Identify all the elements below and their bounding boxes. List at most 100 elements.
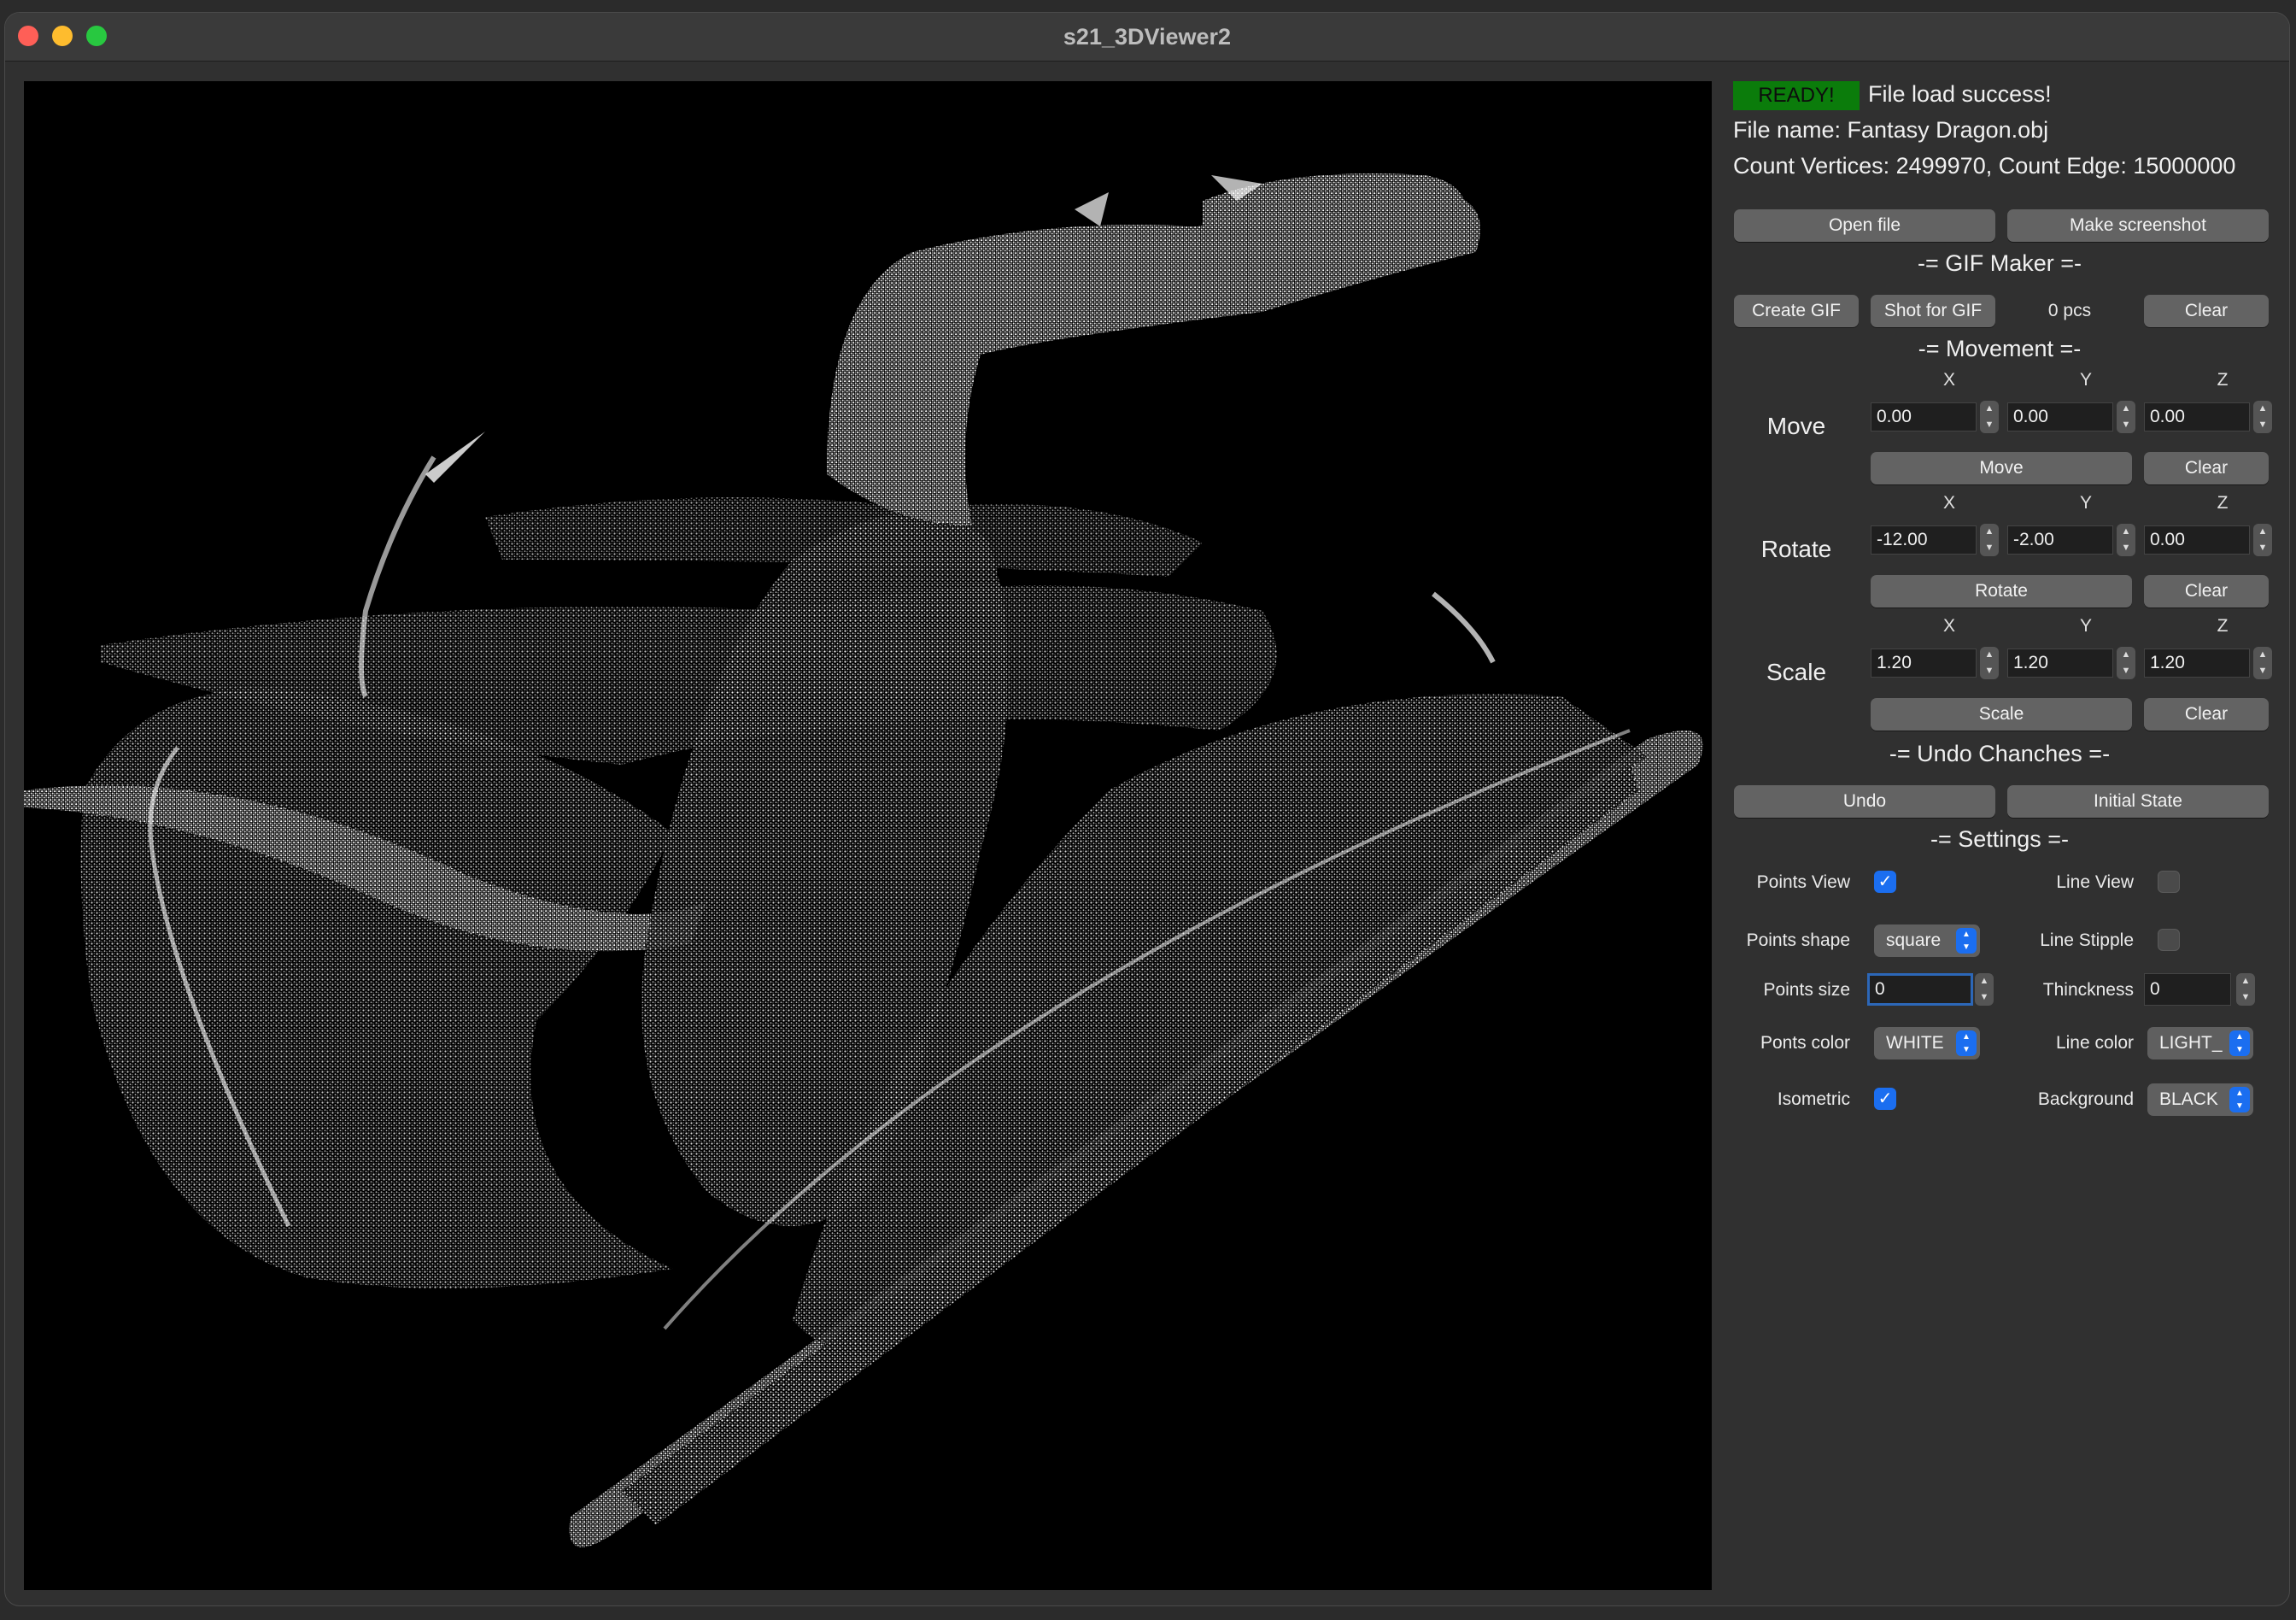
line-view-label: Line View: [2056, 872, 2134, 892]
thickness-stepper[interactable]: ▲ ▼: [2236, 973, 2257, 1006]
status-badge: READY!: [1733, 81, 1860, 110]
background-value: BLACK: [2159, 1089, 2218, 1109]
rotate-axis-y-label: Y: [2079, 493, 2092, 513]
line-view-checkbox[interactable]: [2158, 871, 2180, 893]
spin-arrows-icon[interactable]: ▲ ▼: [2236, 973, 2255, 1006]
spin-arrows-icon[interactable]: ▲ ▼: [2253, 524, 2272, 556]
shot-for-gif-button[interactable]: Shot for GIF: [1871, 295, 1995, 327]
move-x-input[interactable]: 0.00: [1871, 402, 1977, 431]
points-view-label: Points View: [1756, 872, 1850, 892]
points-size-input[interactable]: 0: [1867, 973, 1973, 1006]
points-size-label: Points size: [1763, 980, 1850, 1000]
control-panel: READY! File load success! File name: Fan…: [1722, 73, 2277, 1594]
line-stipple-checkbox[interactable]: [2158, 929, 2180, 951]
spin-arrows-icon[interactable]: ▲ ▼: [2117, 647, 2135, 679]
move-axis-y-label: Y: [2079, 370, 2092, 390]
line-color-value: LIGHT_: [2159, 1033, 2223, 1053]
scale-axis-y-label: Y: [2079, 616, 2092, 636]
open-file-button[interactable]: Open file: [1734, 209, 1995, 242]
spin-arrows-icon[interactable]: ▲ ▼: [1980, 647, 1999, 679]
points-shape-select[interactable]: square ▲ ▼: [1874, 924, 1980, 957]
rotate-z-spinbox[interactable]: 0.00 ▲ ▼: [2144, 524, 2272, 556]
undo-heading: -= Undo Chanches =-: [1889, 741, 2111, 766]
checkmark-icon: ✓: [1877, 872, 1893, 891]
scale-y-input[interactable]: 1.20: [2007, 649, 2113, 678]
rotate-axis-x-label: X: [1942, 493, 1955, 513]
isometric-checkbox[interactable]: ✓: [1874, 1088, 1896, 1110]
select-stepper-icon: ▲ ▼: [2229, 1087, 2250, 1112]
points-view-checkbox[interactable]: ✓: [1874, 871, 1896, 893]
line-stipple-label: Line Stipple: [2040, 930, 2134, 950]
dragon-point-cloud: [24, 173, 1703, 1547]
rotate-axis-z-label: Z: [2217, 493, 2229, 513]
background-label: Background: [2037, 1089, 2134, 1109]
rotate-row-label: Rotate: [1760, 536, 1832, 562]
select-stepper-icon: ▲ ▼: [1956, 1030, 1977, 1056]
isometric-label: Isometric: [1777, 1089, 1850, 1109]
rotate-z-input[interactable]: 0.00: [2144, 525, 2250, 555]
scale-axis-z-label: Z: [2217, 616, 2229, 636]
thickness-label: Thinckness: [2042, 980, 2134, 1000]
spin-arrows-icon[interactable]: ▲ ▼: [2253, 647, 2272, 679]
move-axis-x-label: X: [1942, 370, 1955, 390]
spin-arrows-icon[interactable]: ▲ ▼: [2253, 401, 2272, 433]
background-select[interactable]: BLACK ▲ ▼: [2147, 1083, 2253, 1116]
status-message: File load success!: [1868, 81, 2052, 107]
rotate-y-spinbox[interactable]: -2.00 ▲ ▼: [2007, 524, 2135, 556]
rotate-y-input[interactable]: -2.00: [2007, 525, 2113, 555]
model-counts-label: Count Vertices: 2499970, Count Edge: 150…: [1733, 153, 2236, 179]
points-color-value: WHITE: [1886, 1033, 1944, 1053]
spin-arrows-icon[interactable]: ▲ ▼: [2117, 524, 2135, 556]
move-z-input[interactable]: 0.00: [2144, 402, 2250, 431]
create-gif-button[interactable]: Create GIF: [1734, 295, 1859, 327]
undo-button[interactable]: Undo: [1734, 785, 1995, 818]
window-title: s21_3DViewer2: [1063, 24, 1232, 50]
checkmark-icon: ✓: [1877, 1089, 1893, 1108]
gif-maker-heading: -= GIF Maker =-: [1917, 250, 2082, 276]
move-y-input[interactable]: 0.00: [2007, 402, 2113, 431]
scale-clear-button[interactable]: Clear: [2144, 698, 2269, 731]
scale-button[interactable]: Scale: [1871, 698, 2132, 731]
spin-arrows-icon[interactable]: ▲ ▼: [1980, 524, 1999, 556]
scale-z-input[interactable]: 1.20: [2144, 649, 2250, 678]
move-button[interactable]: Move: [1871, 452, 2132, 484]
scale-z-spinbox[interactable]: 1.20 ▲ ▼: [2144, 647, 2272, 679]
dragon-model-render: [24, 173, 1703, 1547]
scale-x-input[interactable]: 1.20: [1871, 649, 1977, 678]
gif-frame-count: 0 pcs: [2047, 301, 2092, 320]
scale-x-spinbox[interactable]: 1.20 ▲ ▼: [1871, 647, 1999, 679]
move-y-spinbox[interactable]: 0.00 ▲ ▼: [2007, 401, 2135, 433]
points-color-label: Ponts color: [1760, 1033, 1850, 1053]
spin-arrows-icon[interactable]: ▲ ▼: [1980, 401, 1999, 433]
title-bar[interactable]: s21_3DViewer2: [5, 13, 2289, 62]
line-color-select[interactable]: LIGHT_ ▲ ▼: [2147, 1027, 2253, 1059]
scale-row-label: Scale: [1766, 659, 1827, 685]
line-color-label: Line color: [2055, 1033, 2134, 1053]
select-stepper-icon: ▲ ▼: [2229, 1030, 2250, 1056]
settings-heading: -= Settings =-: [1930, 826, 2070, 852]
initial-state-button[interactable]: Initial State: [2007, 785, 2269, 818]
rotate-button[interactable]: Rotate: [1871, 575, 2132, 608]
spin-arrows-icon[interactable]: ▲ ▼: [2117, 401, 2135, 433]
move-axis-z-label: Z: [2217, 370, 2229, 390]
move-row-label: Move: [1766, 413, 1826, 439]
make-screenshot-button[interactable]: Make screenshot: [2007, 209, 2269, 242]
app-window: s21_3DViewer2 READY! File load success! …: [4, 12, 2290, 1606]
points-shape-value: square: [1886, 930, 1942, 950]
scale-axis-x-label: X: [1942, 616, 1955, 636]
rotate-x-input[interactable]: -12.00: [1871, 525, 1977, 555]
select-stepper-icon: ▲ ▼: [1956, 928, 1977, 954]
model-viewport[interactable]: [24, 81, 1712, 1590]
move-x-spinbox[interactable]: 0.00 ▲ ▼: [1871, 401, 1999, 433]
points-color-select[interactable]: WHITE ▲ ▼: [1874, 1027, 1980, 1059]
move-z-spinbox[interactable]: 0.00 ▲ ▼: [2144, 401, 2272, 433]
rotate-clear-button[interactable]: Clear: [2144, 575, 2269, 608]
file-name-label: File name: Fantasy Dragon.obj: [1733, 117, 2049, 143]
thickness-input[interactable]: 0: [2144, 973, 2231, 1006]
scale-y-spinbox[interactable]: 1.20 ▲ ▼: [2007, 647, 2135, 679]
points-shape-label: Points shape: [1746, 930, 1850, 950]
rotate-x-spinbox[interactable]: -12.00 ▲ ▼: [1871, 524, 1999, 556]
gif-clear-button[interactable]: Clear: [2144, 295, 2269, 327]
movement-heading: -= Movement =-: [1918, 336, 2082, 361]
move-clear-button[interactable]: Clear: [2144, 452, 2269, 484]
